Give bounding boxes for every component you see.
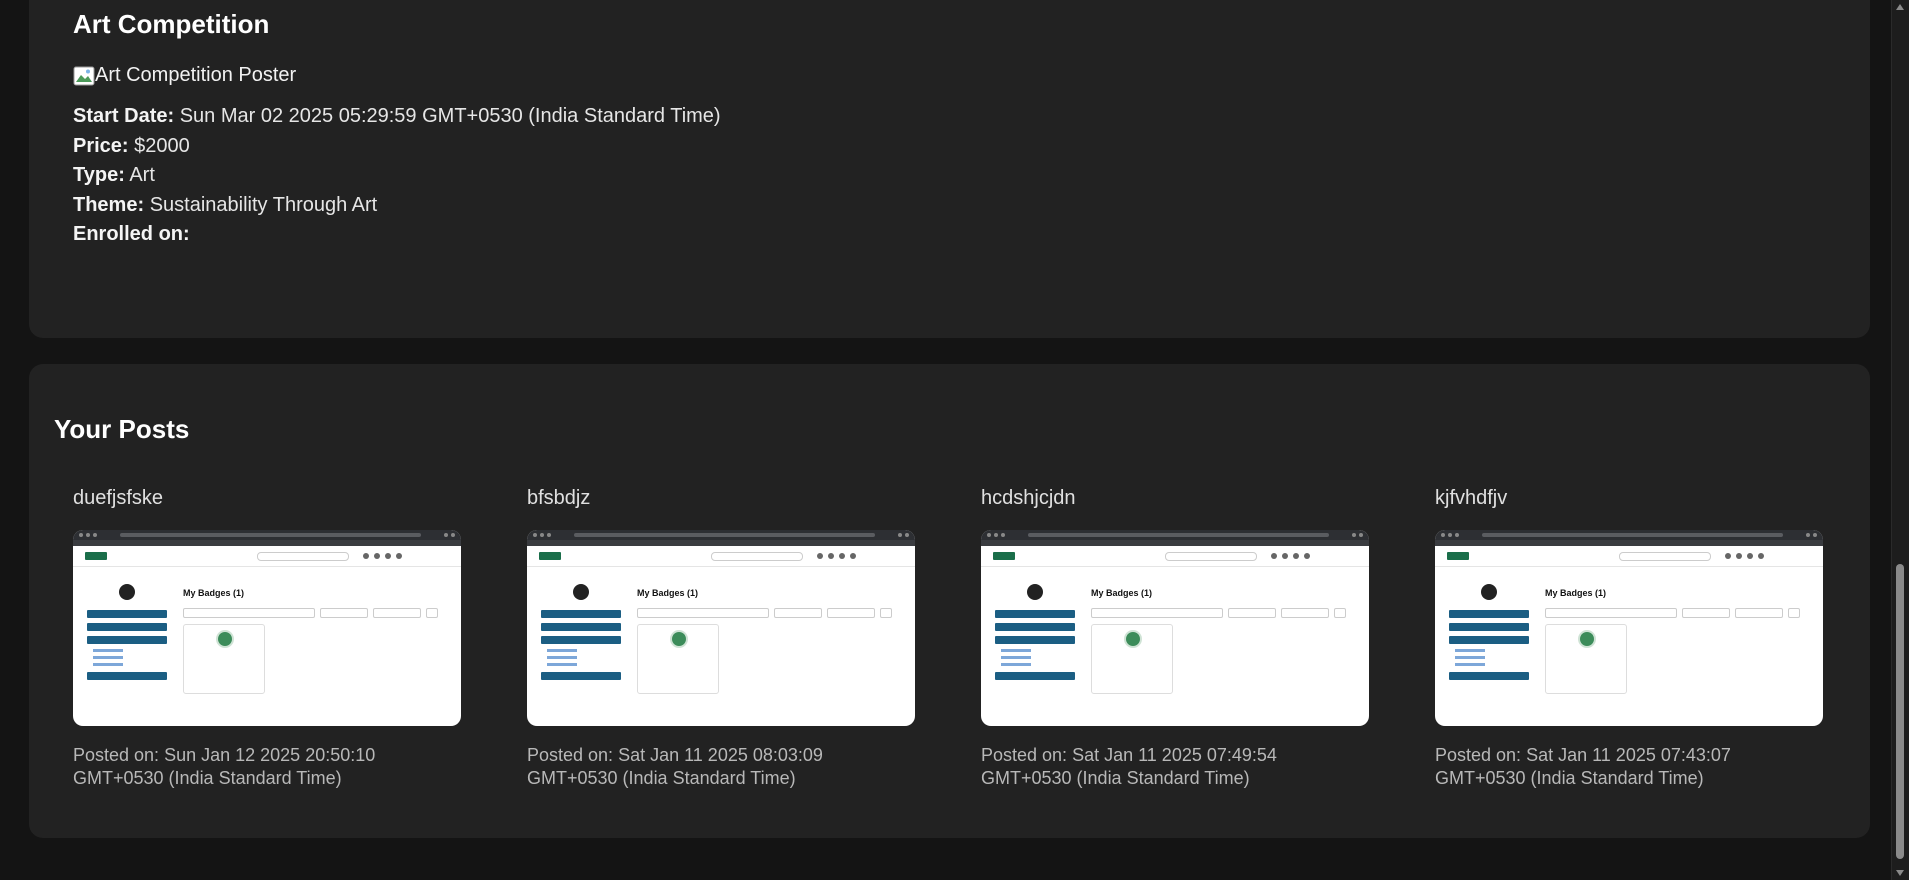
post-title[interactable]: duefjsfske <box>73 487 463 510</box>
post-item[interactable]: duefjsfske My Badges (1) Posted on: Sun … <box>73 487 463 790</box>
page-scrollbar[interactable] <box>1891 0 1909 880</box>
start-date-label: Start Date: <box>73 105 175 127</box>
thumb-heading: My Badges (1) <box>1545 588 1607 598</box>
posted-on-label: Posted on: <box>73 745 160 765</box>
scroll-up-arrow-icon[interactable] <box>1896 4 1904 10</box>
competition-details: Start Date: Sun Mar 02 2025 05:29:59 GMT… <box>73 102 721 250</box>
post-screenshot-image[interactable]: My Badges (1) <box>527 530 915 726</box>
scrollbar-thumb[interactable] <box>1896 564 1904 859</box>
post-date: Posted on: Sat Jan 11 2025 07:43:07 GMT+… <box>1435 744 1825 790</box>
theme-value: Sustainability Through Art <box>149 193 378 216</box>
thumb-browser-bar <box>1435 530 1823 540</box>
posts-card: Your Posts duefjsfske My Badges (1) Post… <box>29 364 1870 838</box>
start-date-value: Sun Mar 02 2025 05:29:59 GMT+0530 (India… <box>179 105 721 127</box>
post-title[interactable]: hcdshjcjdn <box>981 487 1371 510</box>
broken-image-icon <box>73 66 95 85</box>
theme-row: Theme: Sustainability Through Art <box>73 191 721 221</box>
thumb-browser-bar <box>73 530 461 540</box>
post-item[interactable]: hcdshjcjdn My Badges (1) Posted on: Sat … <box>981 487 1371 790</box>
post-screenshot-image[interactable]: My Badges (1) <box>1435 530 1823 726</box>
competition-title: Art Competition <box>73 9 270 39</box>
thumb-heading: My Badges (1) <box>183 588 245 598</box>
type-value: Art <box>129 164 155 186</box>
posted-on-label: Posted on: <box>981 745 1068 765</box>
thumb-browser-bar <box>527 530 915 540</box>
type-label: Type: <box>73 164 125 186</box>
theme-label: Theme: <box>73 193 145 216</box>
posted-on-label: Posted on: <box>527 745 614 765</box>
post-item[interactable]: bfsbdjz My Badges (1) Posted on: Sat Jan… <box>527 487 917 790</box>
price-value: $2000 <box>134 134 190 157</box>
price-row: Price: $2000 <box>73 132 721 162</box>
post-item[interactable]: kjfvhdfjv My Badges (1) Posted on: Sat J… <box>1435 487 1825 790</box>
type-row: Type: Art <box>73 161 721 191</box>
competition-card: Art Competition Art Competition Poster S… <box>29 0 1870 338</box>
post-date: Posted on: Sat Jan 11 2025 08:03:09 GMT+… <box>527 744 917 790</box>
thumb-browser-bar <box>981 530 1369 540</box>
thumb-heading: My Badges (1) <box>637 588 699 598</box>
thumb-heading: My Badges (1) <box>1091 588 1153 598</box>
post-screenshot-image[interactable]: My Badges (1) <box>981 530 1369 726</box>
price-label: Price: <box>73 134 129 157</box>
enrolled-label: Enrolled on: <box>73 223 190 245</box>
start-date-row: Start Date: Sun Mar 02 2025 05:29:59 GMT… <box>73 102 721 132</box>
post-date: Posted on: Sat Jan 11 2025 07:49:54 GMT+… <box>981 744 1371 790</box>
posted-on-label: Posted on: <box>1435 745 1522 765</box>
scroll-down-arrow-icon[interactable] <box>1896 870 1904 876</box>
competition-poster: Art Competition Poster <box>73 64 296 87</box>
poster-alt-text: Art Competition Poster <box>95 64 297 86</box>
post-title[interactable]: bfsbdjz <box>527 487 917 510</box>
post-title[interactable]: kjfvhdfjv <box>1435 487 1825 510</box>
post-date: Posted on: Sun Jan 12 2025 20:50:10 GMT+… <box>73 744 463 790</box>
post-screenshot-image[interactable]: My Badges (1) <box>73 530 461 726</box>
posts-section-title: Your Posts <box>54 414 190 444</box>
enrolled-row: Enrolled on: <box>73 220 721 250</box>
